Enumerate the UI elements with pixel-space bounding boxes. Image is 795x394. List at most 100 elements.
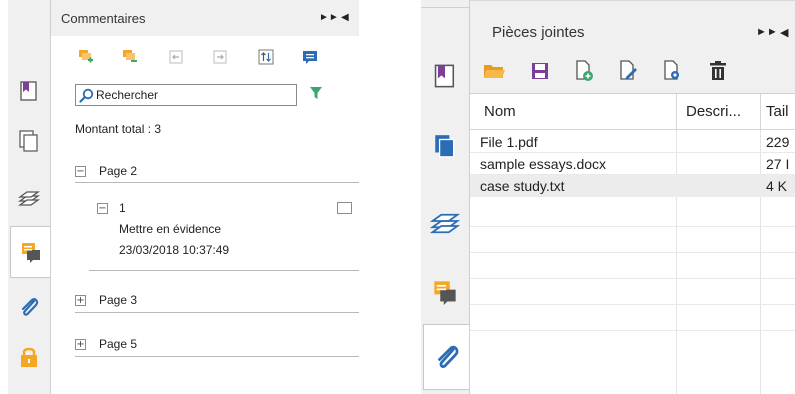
search-input[interactable] bbox=[96, 87, 292, 103]
expand-panel-icon[interactable]: ►► bbox=[756, 26, 778, 38]
column-header-size[interactable]: Tail bbox=[766, 103, 789, 120]
delete-button[interactable] bbox=[706, 59, 730, 83]
expand-all-icon bbox=[79, 50, 93, 63]
column-header-name[interactable]: Nom bbox=[484, 103, 516, 120]
pages-tab[interactable] bbox=[427, 128, 463, 164]
comments-header: Commentaires ►► ◀ bbox=[51, 0, 359, 36]
expand-all-button[interactable] bbox=[75, 46, 97, 68]
page-label[interactable]: Page 2 bbox=[99, 164, 137, 178]
file-size: 27 I bbox=[766, 156, 790, 172]
comments-icon bbox=[434, 281, 456, 305]
edit-description-button[interactable] bbox=[616, 59, 640, 83]
search-field[interactable] bbox=[75, 84, 297, 106]
comment-checkbox[interactable] bbox=[337, 202, 352, 214]
attachment-icon bbox=[21, 298, 39, 316]
expand-toggle[interactable]: + bbox=[75, 295, 86, 306]
sort-icon bbox=[258, 49, 274, 65]
sort-button[interactable] bbox=[255, 46, 277, 68]
attachments-tab[interactable] bbox=[423, 324, 470, 390]
file-size: 4 K bbox=[766, 178, 788, 194]
lock-icon bbox=[21, 347, 37, 367]
settings-button[interactable] bbox=[660, 59, 684, 83]
bookmarks-tab[interactable] bbox=[427, 58, 463, 94]
panel-title: Pièces jointes bbox=[492, 24, 585, 41]
comments-sidebar bbox=[8, 0, 51, 394]
collapse-toggle[interactable]: − bbox=[75, 166, 86, 177]
comments-tab[interactable] bbox=[10, 226, 51, 278]
comment-datetime: 23/03/2018 10:37:49 bbox=[119, 243, 230, 257]
attachments-table: Nom Descri... Tail File 1.pdf 229 sample… bbox=[470, 94, 795, 394]
attachments-sidebar bbox=[421, 0, 470, 394]
filter-button[interactable] bbox=[309, 86, 323, 105]
comments-icon bbox=[22, 243, 40, 263]
comment-popup-button[interactable] bbox=[299, 46, 321, 68]
comment-number: 1 bbox=[119, 201, 126, 215]
comment-type: Mettre en évidence bbox=[119, 222, 222, 236]
expand-panel-icon[interactable]: ►► bbox=[319, 12, 339, 23]
export-icon bbox=[213, 50, 227, 64]
file-name: sample essays.docx bbox=[480, 156, 607, 172]
divider bbox=[75, 312, 359, 313]
comments-window: Commentaires ►► ◀ Rechercher Montant tot… bbox=[8, 0, 359, 394]
attachments-window: Pièces jointes ►► ◀ Nom Descri... Tail F… bbox=[421, 0, 795, 394]
import-button[interactable] bbox=[165, 46, 187, 68]
panel-title: Commentaires bbox=[61, 11, 146, 26]
add-file-icon bbox=[576, 60, 593, 81]
open-button[interactable] bbox=[482, 59, 506, 83]
file-name: case study.txt bbox=[480, 178, 565, 194]
divider bbox=[75, 356, 359, 357]
layers-tab[interactable] bbox=[12, 180, 46, 214]
settings-icon bbox=[664, 60, 679, 80]
layers-icon bbox=[430, 213, 460, 234]
save-icon bbox=[532, 63, 548, 79]
row-divider bbox=[470, 304, 795, 305]
bookmark-icon bbox=[20, 81, 37, 101]
column-resize-handle[interactable] bbox=[676, 94, 677, 130]
divider bbox=[89, 270, 359, 271]
pages-tab[interactable] bbox=[12, 124, 46, 158]
save-button[interactable] bbox=[528, 59, 552, 83]
collapse-all-button[interactable] bbox=[119, 46, 141, 68]
bookmarks-tab[interactable] bbox=[12, 74, 46, 108]
attachment-icon bbox=[438, 345, 459, 368]
divider bbox=[75, 182, 359, 183]
search-icon bbox=[79, 88, 94, 103]
open-folder-icon bbox=[484, 65, 505, 78]
total-count: Montant total : 3 bbox=[75, 122, 162, 136]
pages-icon bbox=[19, 130, 38, 152]
row-divider bbox=[470, 330, 795, 331]
row-divider bbox=[470, 278, 795, 279]
file-name: File 1.pdf bbox=[480, 134, 538, 150]
table-row[interactable]: File 1.pdf 229 bbox=[470, 131, 795, 153]
export-button[interactable] bbox=[209, 46, 231, 68]
row-divider bbox=[470, 252, 795, 253]
edit-description-icon bbox=[620, 60, 637, 80]
filter-icon bbox=[310, 87, 322, 99]
collapse-toggle[interactable]: − bbox=[97, 203, 108, 214]
column-resize-handle[interactable] bbox=[760, 94, 761, 130]
sidebar-top-edge bbox=[421, 0, 469, 8]
comments-toolbar bbox=[51, 46, 359, 72]
page-label[interactable]: Page 3 bbox=[99, 293, 137, 307]
add-file-button[interactable] bbox=[572, 59, 596, 83]
layers-icon bbox=[17, 191, 41, 206]
file-size: 229 bbox=[766, 134, 790, 150]
collapse-panel-icon[interactable]: ◀ bbox=[341, 12, 349, 23]
layers-tab[interactable] bbox=[427, 200, 463, 242]
delete-icon bbox=[710, 61, 726, 80]
collapse-panel-icon[interactable]: ◀ bbox=[780, 26, 788, 39]
collapse-all-icon bbox=[123, 50, 137, 62]
expand-toggle[interactable]: + bbox=[75, 339, 86, 350]
table-row[interactable]: sample essays.docx 27 I bbox=[470, 153, 795, 175]
table-row-selected[interactable]: case study.txt 4 K bbox=[470, 175, 795, 197]
comments-panel: Commentaires ►► ◀ Rechercher Montant tot… bbox=[50, 0, 359, 394]
column-header-description[interactable]: Descri... bbox=[686, 103, 741, 120]
page-label[interactable]: Page 5 bbox=[99, 337, 137, 351]
import-icon bbox=[169, 50, 183, 64]
security-tab[interactable] bbox=[12, 340, 46, 374]
comments-tab[interactable] bbox=[427, 272, 463, 312]
row-divider bbox=[470, 226, 795, 227]
attachments-tab[interactable] bbox=[12, 290, 46, 324]
bookmark-icon bbox=[434, 64, 455, 88]
table-header: Nom Descri... Tail bbox=[470, 94, 795, 130]
